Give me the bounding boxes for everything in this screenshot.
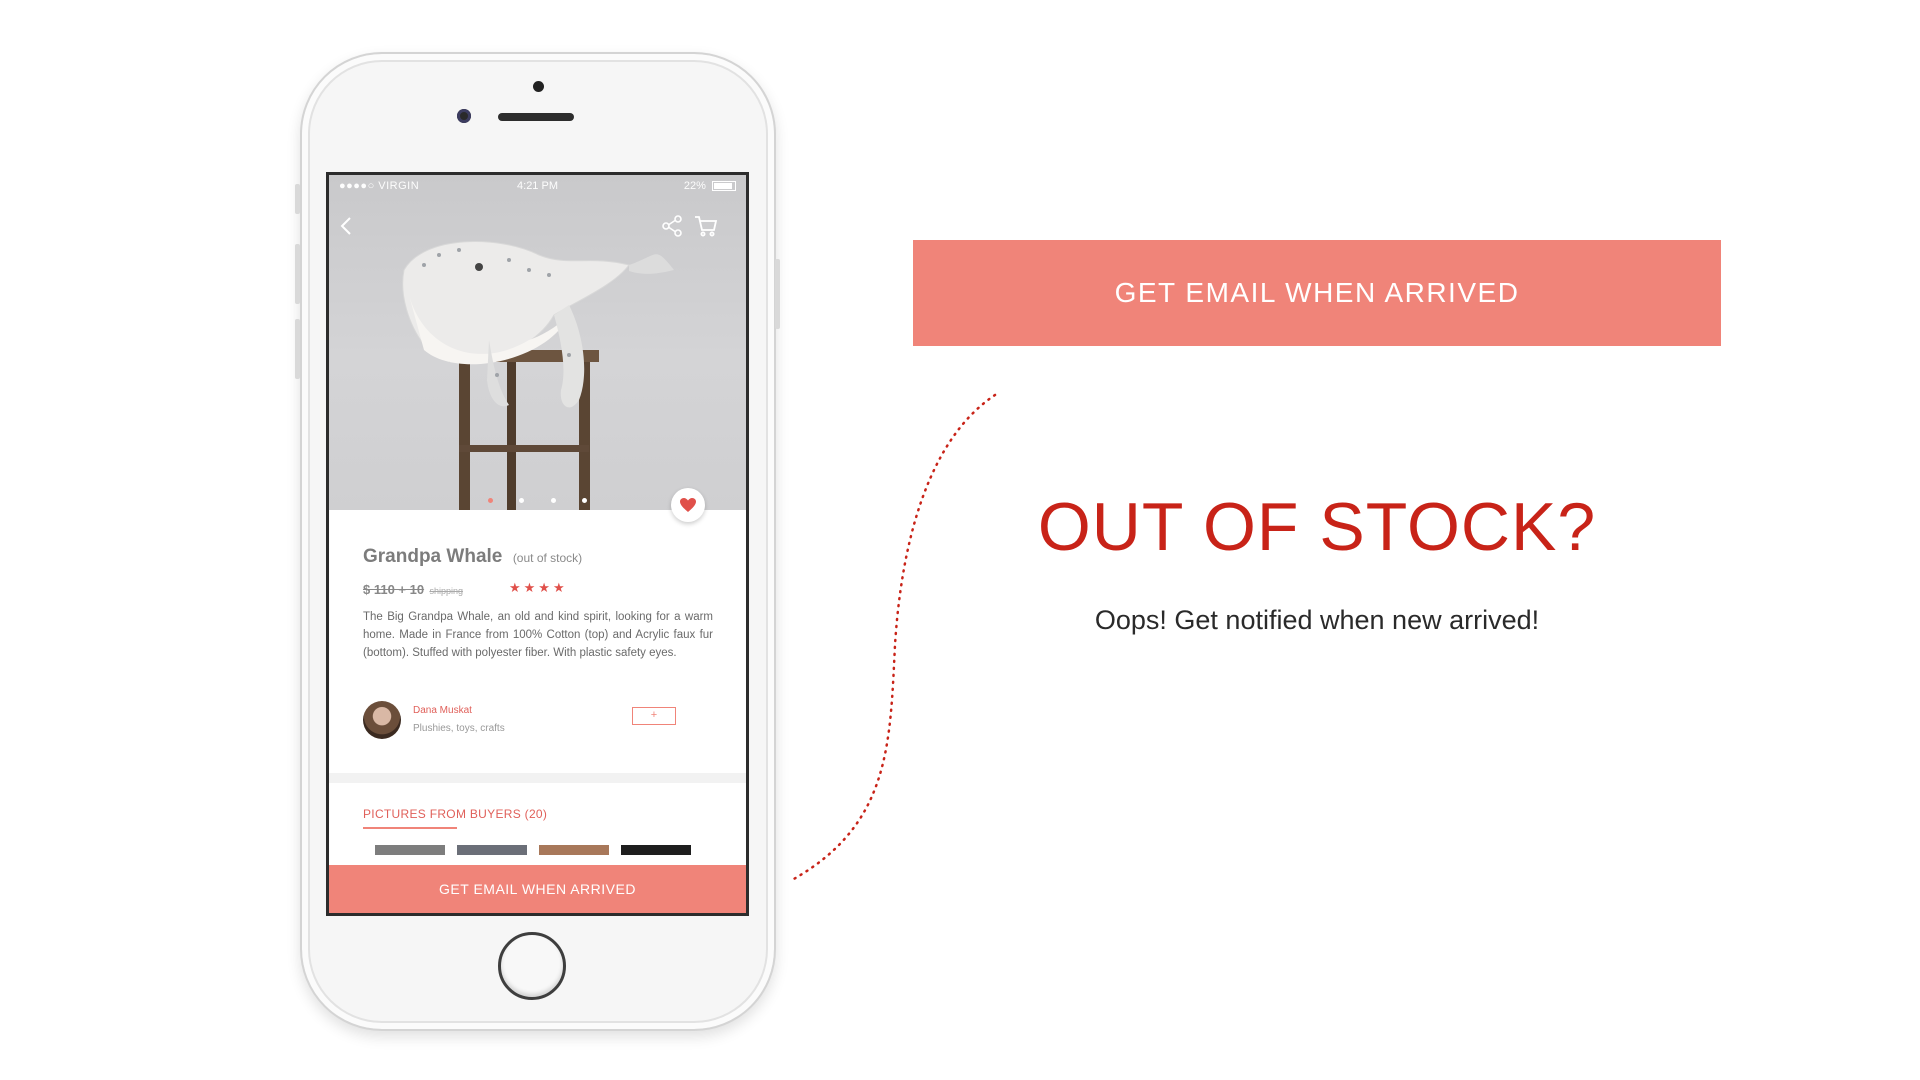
price-row: $ 110 + 10 shipping — [363, 582, 463, 597]
buyer-photo[interactable] — [375, 845, 445, 855]
title-row: Grandpa Whale (out of stock) — [363, 546, 582, 568]
carousel-dot[interactable] — [550, 498, 556, 503]
buyer-photo[interactable] — [621, 845, 691, 855]
rating-stars: ★★★★ — [509, 580, 568, 595]
out-of-stock-headline: OUT OF STOCK? — [1037, 489, 1597, 565]
status-bar: ●●●●○ VIRGIN 4:21 PM 22% — [329, 175, 746, 197]
product-info-card: Grandpa Whale (out of stock) $ 110 + 10 … — [329, 510, 746, 773]
battery-indicator: 22% — [684, 180, 736, 192]
buyer-pictures-underline — [363, 827, 457, 829]
get-email-button[interactable]: GET EMAIL WHEN ARRIVED — [329, 865, 746, 913]
notify-subhead: Oops! Get notified when new arrived! — [1094, 605, 1540, 635]
phone-mockup: ●●●●○ VIRGIN 4:21 PM 22% Grandpa Whale (… — [295, 52, 780, 1031]
battery-percent: 22% — [683, 180, 706, 192]
volume-up-button — [295, 244, 300, 304]
price: $ 110 + 10 — [363, 582, 425, 597]
seller-avatar[interactable] — [363, 701, 401, 739]
seller-tags: Plushies, toys, crafts — [413, 723, 505, 734]
dotted-connector — [790, 393, 997, 882]
volume-down-button — [295, 319, 300, 379]
carousel-dot[interactable] — [487, 498, 493, 503]
product-name: Grandpa Whale — [363, 546, 503, 567]
product-description: The Big Grandpa Whale, an old and kind s… — [363, 611, 713, 659]
heart-icon — [680, 498, 696, 512]
get-email-banner-button[interactable]: GET EMAIL WHEN ARRIVED — [913, 240, 1721, 346]
back-arrow-icon[interactable] — [335, 213, 361, 239]
shipping-label: shipping — [429, 586, 463, 596]
home-button — [498, 932, 566, 1000]
mute-switch — [295, 184, 300, 214]
seller-name[interactable]: Dana Muskat — [413, 705, 472, 716]
buyer-photo[interactable] — [539, 845, 609, 855]
cart-icon[interactable] — [693, 213, 719, 239]
stock-status: (out of stock) — [512, 551, 583, 565]
power-button — [775, 259, 780, 329]
share-icon[interactable] — [659, 213, 685, 239]
earpiece-speaker — [498, 113, 574, 121]
buyer-pictures-section: PICTURES FROM BUYERS (20) — [329, 783, 746, 873]
battery-icon — [712, 181, 736, 192]
phone-screen: ●●●●○ VIRGIN 4:21 PM 22% Grandpa Whale (… — [326, 172, 749, 916]
carousel-dot[interactable] — [519, 498, 525, 503]
buyer-pictures-title[interactable]: PICTURES FROM BUYERS (20) — [363, 807, 547, 821]
carousel-dot[interactable] — [582, 498, 588, 503]
follow-seller-button[interactable]: + — [632, 707, 676, 725]
front-camera — [457, 109, 471, 123]
favorite-button[interactable] — [671, 488, 705, 522]
proximity-sensor — [533, 81, 544, 92]
buyer-photo[interactable] — [457, 845, 527, 855]
